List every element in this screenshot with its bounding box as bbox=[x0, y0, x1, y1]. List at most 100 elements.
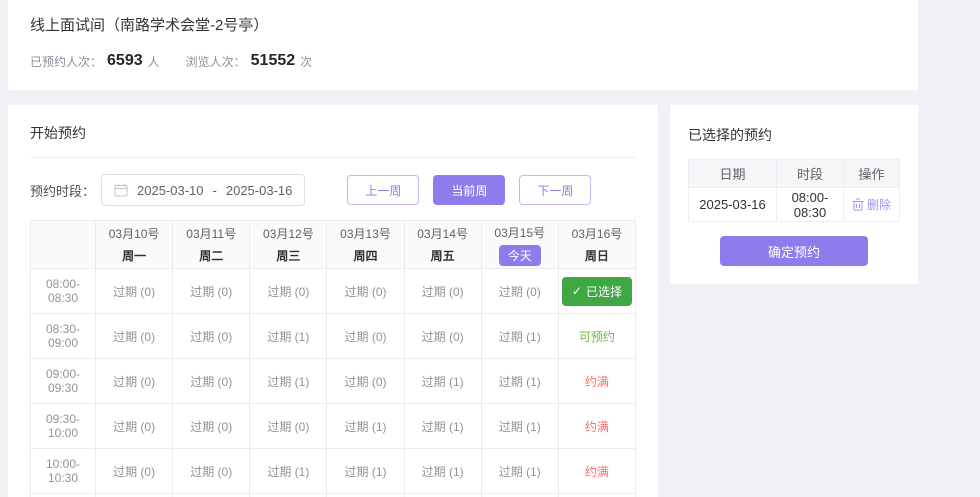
time-slot-label: 08:30-09:00 bbox=[31, 314, 96, 359]
full-slot-label: 约满 bbox=[585, 375, 609, 389]
check-icon: ✓ bbox=[572, 284, 582, 298]
slot-cell-empty bbox=[481, 494, 558, 497]
time-slot-label: 09:00-09:30 bbox=[31, 359, 96, 404]
next-week-button[interactable]: 下一周 bbox=[519, 175, 591, 205]
stat-views-unit: 次 bbox=[300, 53, 312, 70]
slot-cell-expired: 过期 (1) bbox=[250, 449, 327, 494]
selected-slot-label: 已选择 bbox=[586, 283, 622, 300]
page-title: 线上面试间（南路学术会堂-2号亭） bbox=[30, 14, 896, 35]
today-badge: 今天 bbox=[499, 245, 541, 266]
day-header-date: 03月16号 bbox=[559, 225, 635, 242]
schedule-row bbox=[31, 494, 636, 497]
slot-cell-expired: 过期 (0) bbox=[96, 314, 173, 359]
selected-col-action: 操作 bbox=[844, 160, 900, 188]
calendar-icon bbox=[114, 183, 128, 197]
selected-col-date: 日期 bbox=[689, 160, 777, 188]
slot-cell-expired: 过期 (0) bbox=[250, 404, 327, 449]
selected-table-body: 2025-03-1608:00-08:30 删除 bbox=[689, 188, 900, 222]
selected-col-slot: 时段 bbox=[777, 160, 844, 188]
selected-slot-button[interactable]: ✓ 已选择 bbox=[562, 277, 632, 306]
slot-cell-full: 约满 bbox=[558, 404, 635, 449]
schedule-row: 08:30-09:00过期 (0)过期 (0)过期 (1)过期 (0)过期 (0… bbox=[31, 314, 636, 359]
selected-booking-date: 2025-03-16 bbox=[689, 188, 777, 222]
stat-views-value: 51552 bbox=[251, 52, 296, 70]
slot-cell-expired: 过期 (0) bbox=[96, 449, 173, 494]
date-range-label: 预约时段： bbox=[30, 181, 95, 200]
date-range-end: 2025-03-16 bbox=[226, 183, 293, 198]
slot-cell-empty bbox=[404, 494, 481, 497]
day-header-weekday: 周五 bbox=[405, 247, 481, 264]
slot-cell-expired: 过期 (1) bbox=[327, 449, 404, 494]
slot-cell-expired: 过期 (0) bbox=[327, 359, 404, 404]
slot-cell-empty bbox=[327, 494, 404, 497]
day-header-date: 03月14号 bbox=[405, 225, 481, 242]
slot-cell-expired: 过期 (0) bbox=[327, 314, 404, 359]
time-column-header bbox=[31, 221, 96, 269]
time-slot-label: 10:00-10:30 bbox=[31, 449, 96, 494]
delete-link-label: 删除 bbox=[867, 196, 891, 213]
selected-booking-row: 2025-03-1608:00-08:30 删除 bbox=[689, 188, 900, 222]
schedule-row: 08:00-08:30过期 (0)过期 (0)过期 (0)过期 (0)过期 (0… bbox=[31, 269, 636, 314]
day-header-weekday: 周一 bbox=[96, 247, 172, 264]
day-column-header: 03月10号周一 bbox=[96, 221, 173, 269]
day-header-weekday: 周日 bbox=[559, 247, 635, 264]
trash-icon bbox=[852, 198, 864, 211]
day-header-date: 03月11号 bbox=[173, 225, 249, 242]
stat-booked: 已预约人次： 6593 人 bbox=[30, 52, 160, 70]
slot-cell-expired: 过期 (0) bbox=[173, 359, 250, 404]
day-header-date: 03月10号 bbox=[96, 225, 172, 242]
full-slot-label: 约满 bbox=[585, 420, 609, 434]
slot-cell-expired: 过期 (1) bbox=[481, 314, 558, 359]
schedule-table: 03月10号周一03月11号周二03月12号周三03月13号周四03月14号周五… bbox=[30, 220, 636, 497]
slot-cell-available[interactable]: 可预约 bbox=[558, 314, 635, 359]
slot-cell-expired: 过期 (0) bbox=[250, 269, 327, 314]
stat-booked-value: 6593 bbox=[107, 52, 143, 70]
day-header-date: 03月13号 bbox=[327, 225, 403, 242]
day-column-header: 03月13号周四 bbox=[327, 221, 404, 269]
selected-panel-title: 已选择的预约 bbox=[688, 125, 900, 145]
schedule-row: 09:00-09:30过期 (0)过期 (0)过期 (1)过期 (0)过期 (1… bbox=[31, 359, 636, 404]
slot-cell-empty bbox=[558, 494, 635, 497]
schedule-body: 08:00-08:30过期 (0)过期 (0)过期 (0)过期 (0)过期 (0… bbox=[31, 269, 636, 497]
prev-week-button[interactable]: 上一周 bbox=[347, 175, 419, 205]
slot-cell-expired: 过期 (0) bbox=[96, 269, 173, 314]
day-header-date: 03月12号 bbox=[250, 225, 326, 242]
day-header-date: 03月15号 bbox=[482, 224, 558, 241]
slot-cell-expired: 过期 (1) bbox=[481, 449, 558, 494]
slot-cell-expired: 过期 (0) bbox=[173, 404, 250, 449]
week-nav: 上一周 当前周 下一周 bbox=[347, 175, 591, 205]
slot-cell-full: 约满 bbox=[558, 449, 635, 494]
available-slot-label[interactable]: 可预约 bbox=[579, 330, 615, 344]
divider bbox=[30, 157, 636, 158]
delete-booking-link[interactable]: 删除 bbox=[852, 196, 891, 213]
current-week-button[interactable]: 当前周 bbox=[433, 175, 505, 205]
slot-cell-empty bbox=[173, 494, 250, 497]
slot-cell-expired: 过期 (0) bbox=[96, 359, 173, 404]
day-column-header: 03月11号周二 bbox=[173, 221, 250, 269]
stat-views: 浏览人次： 51552 次 bbox=[186, 52, 313, 70]
date-range-start: 2025-03-10 bbox=[137, 183, 204, 198]
confirm-booking-button[interactable]: 确定预约 bbox=[720, 236, 868, 266]
slot-cell-expired: 过期 (1) bbox=[481, 404, 558, 449]
slot-cell-expired: 过期 (0) bbox=[327, 269, 404, 314]
stat-booked-label: 已预约人次： bbox=[30, 53, 102, 70]
day-column-header: 03月16号周日 bbox=[558, 221, 635, 269]
slot-cell-expired: 过期 (0) bbox=[404, 314, 481, 359]
selected-bookings-panel: 已选择的预约 日期 时段 操作 2025-03-1608:00-08:30删除 … bbox=[670, 105, 918, 284]
day-column-header: 03月12号周三 bbox=[250, 221, 327, 269]
day-column-header: 03月14号周五 bbox=[404, 221, 481, 269]
slot-cell-expired: 过期 (0) bbox=[481, 269, 558, 314]
stat-views-label: 浏览人次： bbox=[186, 53, 246, 70]
slot-cell-expired: 过期 (0) bbox=[173, 269, 250, 314]
date-range-input[interactable]: 2025-03-10 - 2025-03-16 bbox=[101, 174, 305, 206]
schedule-row: 10:00-10:30过期 (0)过期 (0)过期 (1)过期 (1)过期 (1… bbox=[31, 449, 636, 494]
day-column-header: 03月15号今天 bbox=[481, 221, 558, 269]
time-slot-label: 08:00-08:30 bbox=[31, 269, 96, 314]
selected-booking-slot: 08:00-08:30 bbox=[777, 188, 844, 222]
slot-cell-empty bbox=[250, 494, 327, 497]
selected-table-header-row: 日期 时段 操作 bbox=[689, 160, 900, 188]
schedule-row: 09:30-10:00过期 (0)过期 (0)过期 (0)过期 (1)过期 (1… bbox=[31, 404, 636, 449]
booking-panel-title: 开始预约 bbox=[30, 123, 636, 143]
slot-cell-expired: 过期 (1) bbox=[481, 359, 558, 404]
selected-booking-action: 删除 bbox=[844, 188, 900, 222]
